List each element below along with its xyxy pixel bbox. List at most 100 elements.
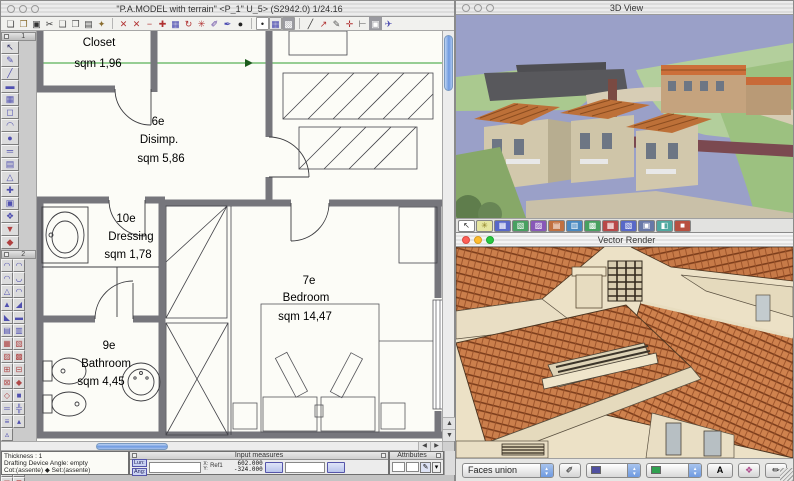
- wall-tool[interactable]: ▦: [1, 93, 19, 106]
- palette-close-box[interactable]: [4, 34, 9, 39]
- diamond-open-tool[interactable]: ◇: [1, 389, 13, 402]
- print-icon[interactable]: ▤: [82, 17, 95, 30]
- ruler-tool-icon[interactable]: ⊢: [356, 17, 369, 30]
- dot-icon[interactable]: ●: [234, 17, 247, 30]
- attribute-cell-1[interactable]: [392, 462, 405, 472]
- render-mode-4-button[interactable]: ▤: [548, 220, 565, 232]
- arc-tool[interactable]: ◠: [1, 119, 19, 132]
- save-icon[interactable]: ▣: [30, 17, 43, 30]
- grid-mode-button[interactable]: ▦: [269, 17, 282, 30]
- render-mode-7-button[interactable]: ▦: [602, 220, 619, 232]
- brush-icon[interactable]: ✐: [208, 17, 221, 30]
- vault-tool[interactable]: ◡: [13, 272, 25, 285]
- palette-2-titlebar[interactable]: 2: [1, 250, 36, 259]
- solid-mode-button[interactable]: ▩: [282, 17, 295, 30]
- grid-minus-tool[interactable]: ⊟: [13, 363, 25, 376]
- hscroll-thumb[interactable]: [96, 443, 168, 450]
- symbol-tool[interactable]: ❖: [1, 210, 19, 223]
- plan-hscrollbar[interactable]: ◀ ▶: [1, 441, 454, 451]
- dropdown-arrow-icon[interactable]: ▾: [432, 462, 441, 473]
- stop-button[interactable]: ■: [674, 220, 691, 232]
- point-mode-button[interactable]: •: [256, 17, 269, 30]
- close-button[interactable]: [462, 236, 470, 244]
- cut-icon[interactable]: ✂: [43, 17, 56, 30]
- palette-1-titlebar[interactable]: 1: [1, 32, 36, 41]
- zoom-button[interactable]: [31, 5, 39, 13]
- panel-collapse-box[interactable]: [436, 453, 441, 458]
- sun-button[interactable]: ✳: [476, 220, 493, 232]
- texture-tool[interactable]: ▤: [1, 477, 13, 481]
- panel-collapse-box[interactable]: [381, 453, 386, 458]
- resize-grip[interactable]: [780, 468, 793, 481]
- arch-tool-3[interactable]: ◠: [1, 272, 13, 285]
- grid-box-icon[interactable]: ▦: [169, 17, 182, 30]
- close-button[interactable]: [462, 4, 470, 12]
- reference-button-2[interactable]: [327, 462, 345, 473]
- pen-tool[interactable]: ✎: [1, 54, 19, 67]
- minimize-button[interactable]: [474, 4, 482, 12]
- open-folder-icon[interactable]: ❐: [17, 17, 30, 30]
- attributes-titlebar[interactable]: Attributes: [390, 452, 443, 460]
- line-tool[interactable]: ╱: [1, 67, 19, 80]
- scroll-down-arrow[interactable]: ▼: [443, 429, 455, 441]
- scroll-up-arrow[interactable]: ▲: [443, 417, 455, 429]
- fly-tool-icon[interactable]: ✈: [382, 17, 395, 30]
- fill-tool[interactable]: ▣: [1, 197, 19, 210]
- grid-x-tool[interactable]: ⊠: [1, 376, 13, 389]
- arrow-tool-icon[interactable]: ↗: [317, 17, 330, 30]
- minimize-button[interactable]: [474, 236, 482, 244]
- roof-slope-tool[interactable]: ◣: [1, 311, 13, 324]
- circle-tool[interactable]: ●: [1, 132, 19, 145]
- materials-button[interactable]: ❖: [738, 463, 760, 478]
- selected-square-button[interactable]: ▣: [369, 17, 382, 30]
- rotate-icon[interactable]: ↻: [182, 17, 195, 30]
- length-input[interactable]: [149, 462, 201, 473]
- pointer-tool[interactable]: ↖: [1, 41, 19, 54]
- angle-input[interactable]: [285, 462, 325, 473]
- view3d-titlebar[interactable]: 3D View: [456, 1, 793, 15]
- input-measures-titlebar[interactable]: Input measures: [130, 452, 388, 460]
- key-icon[interactable]: ✦: [95, 17, 108, 30]
- mesh-tool[interactable]: ▦: [1, 337, 13, 350]
- layer-down-tool[interactable]: ▼: [1, 223, 19, 236]
- plus-tool[interactable]: ✚: [1, 184, 19, 197]
- render-mode-3-button[interactable]: ▨: [530, 220, 547, 232]
- pattern-tool[interactable]: ▩: [13, 350, 25, 363]
- plus-icon[interactable]: ✚: [156, 17, 169, 30]
- hatch-tool-2[interactable]: ▧: [13, 337, 25, 350]
- levels-tool[interactable]: ≡: [1, 415, 13, 428]
- arch-door-tool[interactable]: ◠: [13, 285, 25, 298]
- copy-icon[interactable]: ❑: [56, 17, 69, 30]
- hip-roof-tool[interactable]: ▲: [1, 298, 13, 311]
- join-tool[interactable]: ╬: [13, 402, 25, 415]
- render-mode-1-button[interactable]: ▦: [494, 220, 511, 232]
- arch-tool-1[interactable]: ◠: [1, 259, 13, 272]
- pencil-icon[interactable]: ✎: [420, 462, 431, 473]
- scroll-right-arrow[interactable]: ▶: [430, 442, 442, 451]
- block-tool[interactable]: ■: [13, 389, 25, 402]
- minimize-button[interactable]: [19, 5, 27, 13]
- gable-roof-tool[interactable]: △: [1, 285, 13, 298]
- grid-plus-tool[interactable]: ⊞: [1, 363, 13, 376]
- eraser-tool-icon[interactable]: ✎: [330, 17, 343, 30]
- double-wall-tool[interactable]: ═: [1, 402, 13, 415]
- fill-tool-2[interactable]: ▨: [1, 350, 13, 363]
- render-mode-2-button[interactable]: ▧: [512, 220, 529, 232]
- arch-tool-2[interactable]: ◠: [13, 259, 25, 272]
- palette-close-box[interactable]: [4, 252, 9, 257]
- new-document-icon[interactable]: ❏: [4, 17, 17, 30]
- paste-icon[interactable]: ❒: [69, 17, 82, 30]
- delete-x2-icon[interactable]: ✕: [130, 17, 143, 30]
- shade-tool[interactable]: ▩: [13, 477, 25, 481]
- text-settings-button[interactable]: A: [707, 463, 733, 478]
- texture-brush-button[interactable]: ✐: [559, 463, 581, 478]
- render-mode-8-button[interactable]: ▧: [620, 220, 637, 232]
- plan-vscrollbar[interactable]: ▲ ▼: [442, 31, 454, 441]
- pen-icon[interactable]: ✒: [221, 17, 234, 30]
- render-mode-6-button[interactable]: ▩: [584, 220, 601, 232]
- vector-titlebar[interactable]: Vector Render: [456, 233, 793, 247]
- stair-tool[interactable]: ▤: [1, 324, 13, 337]
- plan-titlebar[interactable]: "P.A.MODEL with terrain" <P_1" U_5> (S29…: [1, 1, 454, 17]
- star-icon[interactable]: ✳: [195, 17, 208, 30]
- color-popup[interactable]: ▲▼: [646, 463, 702, 478]
